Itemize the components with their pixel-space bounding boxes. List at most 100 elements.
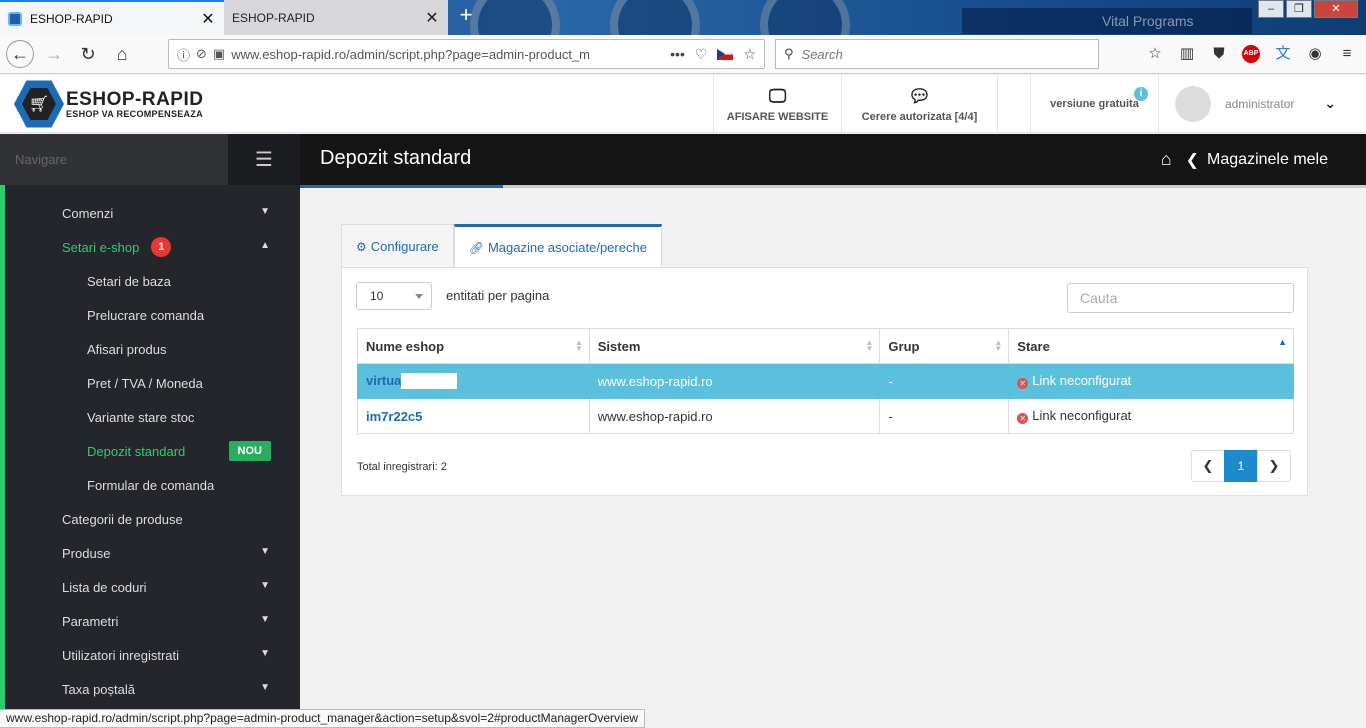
new-tab-icon[interactable]: + [454, 4, 478, 28]
home-icon[interactable]: ⌂ [1161, 149, 1172, 170]
sidebar-icon[interactable]: ▥ [1178, 43, 1196, 65]
tracking-protection-icon[interactable]: ⊘ [196, 46, 207, 62]
forward-arrow-icon[interactable]: → [40, 40, 68, 68]
caret-down-icon [415, 294, 423, 299]
per-page-value: 10 [370, 289, 384, 303]
translate-icon[interactable]: 文 [1274, 43, 1292, 65]
chevron-down-icon[interactable]: ⌄ [1324, 95, 1336, 112]
eshop-name-link[interactable]: im7r22c5 [366, 409, 422, 424]
sidebar-item-categorii-de-produse[interactable]: Categorii de produse [5, 502, 300, 536]
column-header-sistem[interactable]: Sistem ▲ ▼ [588, 328, 881, 364]
sort-icon: ▲ ▼ [865, 338, 874, 353]
sidebar-item-utilizatori-inregistrati[interactable]: Utilizatori inregistrati ▼ [5, 638, 300, 672]
browser-tab-title: ESHOP-RAPID [232, 10, 315, 25]
pocket-icon[interactable]: ♡ [695, 46, 708, 63]
user-menu[interactable]: administrator ⌄ [1158, 75, 1366, 133]
minimize-icon[interactable]: – [1258, 0, 1284, 18]
info-icon[interactable]: i [1134, 87, 1148, 101]
sidebar-item-label: Afisari produs [87, 341, 167, 357]
account-icon[interactable]: ◉ [1306, 43, 1324, 65]
close-window-icon[interactable]: ✕ [1314, 0, 1358, 18]
home-icon[interactable]: ⌂ [108, 40, 136, 68]
next-page-icon[interactable]: ❯ [1257, 450, 1291, 482]
afisare-website-label: AFISARE WEBSITE [726, 110, 829, 123]
error-icon: ✕ [1017, 413, 1029, 424]
info-icon[interactable]: ⓘ [177, 45, 190, 64]
status-text: Link neconfigurat [1032, 373, 1132, 388]
avatar [1175, 86, 1211, 122]
back-arrow-icon[interactable]: ← [6, 40, 34, 68]
ublock-icon[interactable]: ⛊ [1210, 43, 1228, 65]
chevron-down-icon: ▼ [260, 682, 270, 693]
error-icon: ✕ [1017, 378, 1029, 389]
sidebar-item-prelucrare-comanda[interactable]: Prelucrare comanda [5, 298, 300, 332]
close-tab-icon[interactable]: ✕ [424, 8, 440, 28]
address-bar[interactable]: ⓘ ⊘ ▣ www.eshop-rapid.ro/admin/script.ph… [168, 39, 765, 69]
new-badge: NOU [228, 441, 271, 461]
tab-configurare[interactable]: ⚙ Configurare [341, 224, 454, 268]
sidebar-item-label: Setari e-shop [62, 239, 140, 255]
page-actions-icon[interactable]: ••• [670, 46, 685, 62]
table-row[interactable]: virtual www.eshop-rapid.ro - ✕ Link necon… [357, 363, 1294, 399]
pagination: ❮ 1 ❯ [1191, 450, 1291, 482]
title-underline [300, 185, 1366, 188]
sidebar-item-comenzi[interactable]: Comenzi ▼ [5, 196, 300, 230]
cerere-autorizata-button[interactable]: 💬︎ Cerere autorizata [4/4] [841, 75, 997, 133]
sidebar-item-label: Lista de coduri [62, 579, 147, 595]
versiune-gratuita-button[interactable]: i versiune gratuita [1030, 75, 1158, 133]
sidebar-menu: Comenzi ▼ Setari e-shop 1 ▲ Setari de ba… [0, 185, 300, 710]
adblock-plus-icon[interactable]: ABP [1242, 45, 1260, 63]
bookmarks-icon[interactable]: ☆ [1146, 43, 1164, 65]
system-cell: www.eshop-rapid.ro [588, 398, 881, 434]
search-icon: ⚲ [784, 46, 794, 61]
column-header-grup[interactable]: Grup ▲ ▼ [879, 328, 1010, 364]
sidebar-item-produse[interactable]: Produse ▼ [5, 536, 300, 570]
sidebar-item-variante-stare-stoc[interactable]: Variante stare stoc [5, 400, 300, 434]
eshop-name-link[interactable]: virtual [366, 373, 405, 388]
maximize-icon[interactable]: ❐ [1286, 0, 1312, 18]
sidebar-item-taxa-postala[interactable]: Taxa poștală ▼ [5, 672, 300, 706]
table-row[interactable]: im7r22c5 www.eshop-rapid.ro - ✕ Link neco… [357, 398, 1294, 434]
sidebar-item-lista-de-coduri[interactable]: Lista de coduri ▼ [5, 570, 300, 604]
notification-badge: 1 [151, 237, 172, 257]
eshop-favicon-icon [8, 11, 22, 26]
search-input[interactable]: ⚲ Search [775, 39, 1099, 69]
sort-icon: ▲ ▼ [994, 338, 1003, 353]
sidebar-item-afisari-produs[interactable]: Afisari produs [5, 332, 300, 366]
browser-tab-inactive[interactable]: ESHOP-RAPID ✕ [224, 0, 448, 35]
prev-page-icon[interactable]: ❮ [1191, 450, 1225, 482]
column-header-stare[interactable]: Stare ▲ [1008, 328, 1294, 364]
tab-magazine-asociate[interactable]: 🔗︎ Magazine asociate/pereche [453, 224, 662, 268]
total-records: Total inregistrari: 2 [357, 461, 447, 473]
hamburger-menu-icon[interactable]: ☰ [228, 134, 300, 185]
redacted-block [401, 373, 458, 390]
reload-icon[interactable]: ↻ [74, 40, 102, 68]
close-tab-icon[interactable]: ✕ [200, 9, 216, 29]
permissions-icon[interactable]: ▣ [213, 46, 225, 62]
url-text[interactable]: www.eshop-rapid.ro/admin/script.php?page… [231, 47, 670, 62]
sidebar-item-label: Setari de baza [87, 273, 171, 289]
sidebar-item-depozit-standard[interactable]: Depozit standard NOU [5, 434, 300, 468]
bookmark-star-icon[interactable]: ☆ [743, 46, 756, 63]
menu-icon[interactable]: ≡ [1338, 43, 1356, 65]
sidebar-item-label: Variante stare stoc [87, 409, 195, 425]
magazine-panel: 10 entitati per pagina Cauta Nume eshop ▲… [341, 267, 1308, 496]
afisare-website-button[interactable]: 🖵︎ AFISARE WEBSITE [713, 75, 841, 133]
sidebar-item-setari-eshop[interactable]: Setari e-shop 1 ▲ [5, 230, 300, 264]
sidebar-item-formular-de-comanda[interactable]: Formular de comanda [5, 468, 300, 502]
czech-flag-icon[interactable] [717, 48, 734, 60]
sidebar-item-setari-de-baza[interactable]: Setari de baza [5, 264, 300, 298]
column-header-nume[interactable]: Nume eshop ▲ ▼ [357, 328, 590, 364]
chevron-down-icon: ▼ [260, 614, 270, 625]
sidebar-item-label: Pret / TVA / Moneda [87, 375, 203, 391]
page-number-button[interactable]: 1 [1224, 450, 1258, 482]
table-search-input[interactable]: Cauta [1067, 283, 1294, 313]
browser-extension-icons: ☆ ▥ ⛊ ABP 文 ◉ ≡ [1146, 43, 1356, 65]
sidebar-item-pret-tva-moneda[interactable]: Pret / TVA / Moneda [5, 366, 300, 400]
breadcrumb-link[interactable]: Magazinele mele [1207, 151, 1328, 169]
background-vital-text: Vital Programs [962, 8, 1252, 34]
sidebar-item-parametri[interactable]: Parametri ▼ [5, 604, 300, 638]
per-page-select[interactable]: 10 [356, 282, 432, 310]
logo[interactable]: 🛒︎ ESHOP-RAPID ESHOP VA RECOMPENSEAZA [14, 79, 203, 129]
browser-tab-active[interactable]: ESHOP-RAPID ✕ [0, 0, 224, 35]
